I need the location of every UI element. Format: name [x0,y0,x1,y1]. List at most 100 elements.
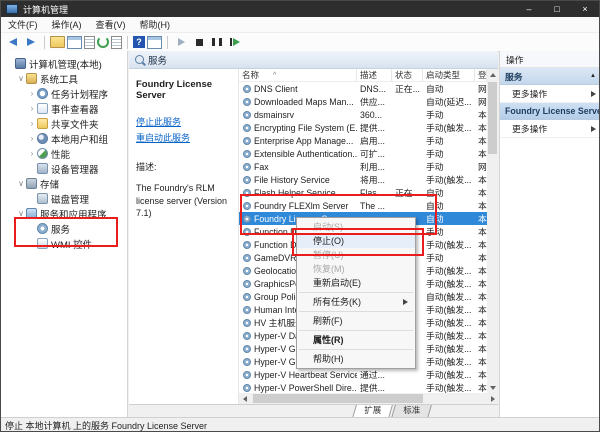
show-window-icon[interactable] [147,35,162,49]
context-menu-item[interactable] [299,311,413,312]
maximize-button[interactable]: □ [543,1,571,17]
collapse-icon[interactable]: ▲ [590,73,596,79]
vertical-scrollbar[interactable] [487,69,498,393]
service-logon-as: 本 [478,383,487,393]
tree-item[interactable]: 磁盘管理 [1,191,127,206]
horizontal-scroll-thumb[interactable] [253,394,423,403]
refresh-icon[interactable] [97,36,109,48]
service-row[interactable]: Foundry FLEXlm Server The ... 自动 本 [239,199,487,212]
actions-section-header[interactable]: Foundry License Server ▲ [500,103,599,120]
tree-item[interactable]: › 事件查看器 [1,101,127,116]
service-logon-as: 本 [478,279,487,289]
tree-item[interactable]: › 共享文件夹 [1,116,127,131]
service-startup-type: 手动(触发... [426,331,472,341]
up-level-icon[interactable] [50,36,65,48]
tree-item-label: 任务计划程序 [51,89,109,101]
service-row[interactable]: DNS Client DNS... 正在... 自动 网 [239,82,487,95]
tree-item[interactable]: 服务 [1,221,127,236]
expander-icon[interactable]: ∨ [16,74,26,83]
tree-item[interactable]: › 性能 [1,146,127,161]
actions-section: 服务 ▲ 更多操作 [500,68,599,103]
service-row[interactable]: Fax 利用... 手动 网 [239,160,487,173]
tree-item[interactable]: › 任务计划程序 [1,86,127,101]
context-menu-item[interactable] [299,292,413,293]
context-menu-item[interactable]: 暂停(U) [297,248,415,262]
menu-item[interactable]: 操作(A) [45,18,89,31]
service-gear-icon [243,383,251,392]
service-row[interactable]: Enterprise App Manage... 启用... 手动 本 [239,134,487,147]
column-header[interactable]: 状态 [392,69,423,81]
tree-item[interactable]: ∨ 系统工具 [1,71,127,86]
service-row[interactable]: Flash Helper Service Flas... 正在... 自动 本 [239,186,487,199]
scroll-up-icon[interactable] [487,69,498,80]
column-header[interactable]: 名称 ^ [239,69,357,81]
expander-icon[interactable]: › [27,104,37,113]
service-gear-icon [243,279,251,288]
stop-service-icon[interactable] [191,35,207,49]
tree-item[interactable]: WMI 控件 [1,236,127,251]
horizontal-scrollbar[interactable] [239,393,498,404]
window-title: 计算机管理 [23,4,69,15]
service-logon-as: 网 [478,84,487,94]
help-icon[interactable]: ? [133,36,145,48]
context-menu-item[interactable] [299,349,413,350]
minimize-button[interactable]: – [515,1,543,17]
scroll-left-icon[interactable] [239,393,250,404]
properties-icon[interactable] [84,35,95,49]
service-row[interactable]: dsmainsrv 360... 手动 本 [239,108,487,121]
scroll-right-icon[interactable] [487,393,498,404]
context-menu-item[interactable]: 启动(S) [297,220,415,234]
column-header[interactable]: 描述 [357,69,392,81]
service-startup-type: 自动 [426,214,444,224]
menu-item[interactable]: 查看(V) [89,18,133,31]
context-menu-item[interactable]: 所有任务(K) [297,295,415,309]
expander-icon[interactable]: ∨ [16,179,26,188]
service-row[interactable]: Hyper-V Heartbeat Service 通过... 手动(触发...… [239,368,487,381]
context-menu-item[interactable]: 停止(O) [297,234,415,248]
start-service-icon[interactable] [173,35,189,49]
forward-icon[interactable] [23,35,39,49]
stop-service-link[interactable]: 停止此服务 [136,115,231,128]
service-row[interactable]: Encrypting File System (E... 提供... 手动(触发… [239,121,487,134]
service-logon-as: 本 [478,240,487,250]
more-actions-item[interactable]: 更多操作 [500,120,599,138]
restart-service-icon[interactable] [227,35,243,49]
tree-item[interactable]: ∨ 服务和应用程序 [1,206,127,221]
expander-icon[interactable]: › [27,89,37,98]
actions-section-header[interactable]: 服务 ▲ [500,68,599,85]
more-actions-item[interactable]: 更多操作 [500,85,599,103]
back-icon[interactable] [5,35,21,49]
service-logon-as: 本 [478,214,487,224]
service-row[interactable]: Downloaded Maps Man... 供应... 自动(延迟... 网 [239,95,487,108]
restart-service-link[interactable]: 重启动此服务 [136,131,231,144]
menu-bar: 文件(F) 操作(A) 查看(V) 帮助(H) [1,17,599,33]
service-row[interactable]: Extensible Authentication... 可扩... 手动 本 [239,147,487,160]
tree-item[interactable]: 计算机管理(本地) [1,56,127,71]
menu-item[interactable]: 帮助(H) [133,18,178,31]
service-gear-icon [243,240,251,249]
expander-icon[interactable]: › [27,134,37,143]
service-row[interactable]: File History Service 将用... 手动(触发... 本 [239,173,487,186]
tree-item[interactable]: › 本地用户和组 [1,131,127,146]
show-console-tree-icon[interactable] [67,35,82,49]
export-list-icon[interactable] [111,35,122,49]
vertical-scroll-thumb[interactable] [488,82,497,154]
tree-item[interactable]: 设备管理器 [1,161,127,176]
context-menu-item[interactable]: 恢复(M) [297,262,415,276]
tree-item[interactable]: ∨ 存储 [1,176,127,191]
pause-service-icon[interactable] [209,35,225,49]
menu-item[interactable]: 文件(F) [1,18,45,31]
column-header[interactable]: 登 [475,69,487,81]
close-button[interactable]: × [571,1,599,17]
context-menu-item[interactable]: 重新启动(E) [297,276,415,290]
context-menu-item[interactable]: 帮助(H) [297,352,415,366]
context-menu-item[interactable]: 属性(R) [297,333,415,347]
scroll-down-icon[interactable] [487,382,498,393]
service-row[interactable]: Hyper-V PowerShell Dire... 提供... 手动(触发..… [239,381,487,393]
context-menu-item[interactable] [299,330,413,331]
context-menu-item[interactable]: 刷新(F) [297,314,415,328]
column-header[interactable]: 启动类型 [423,69,475,81]
expander-icon[interactable]: ∨ [16,209,26,218]
expander-icon[interactable]: › [27,119,37,128]
expander-icon[interactable]: › [27,149,37,158]
